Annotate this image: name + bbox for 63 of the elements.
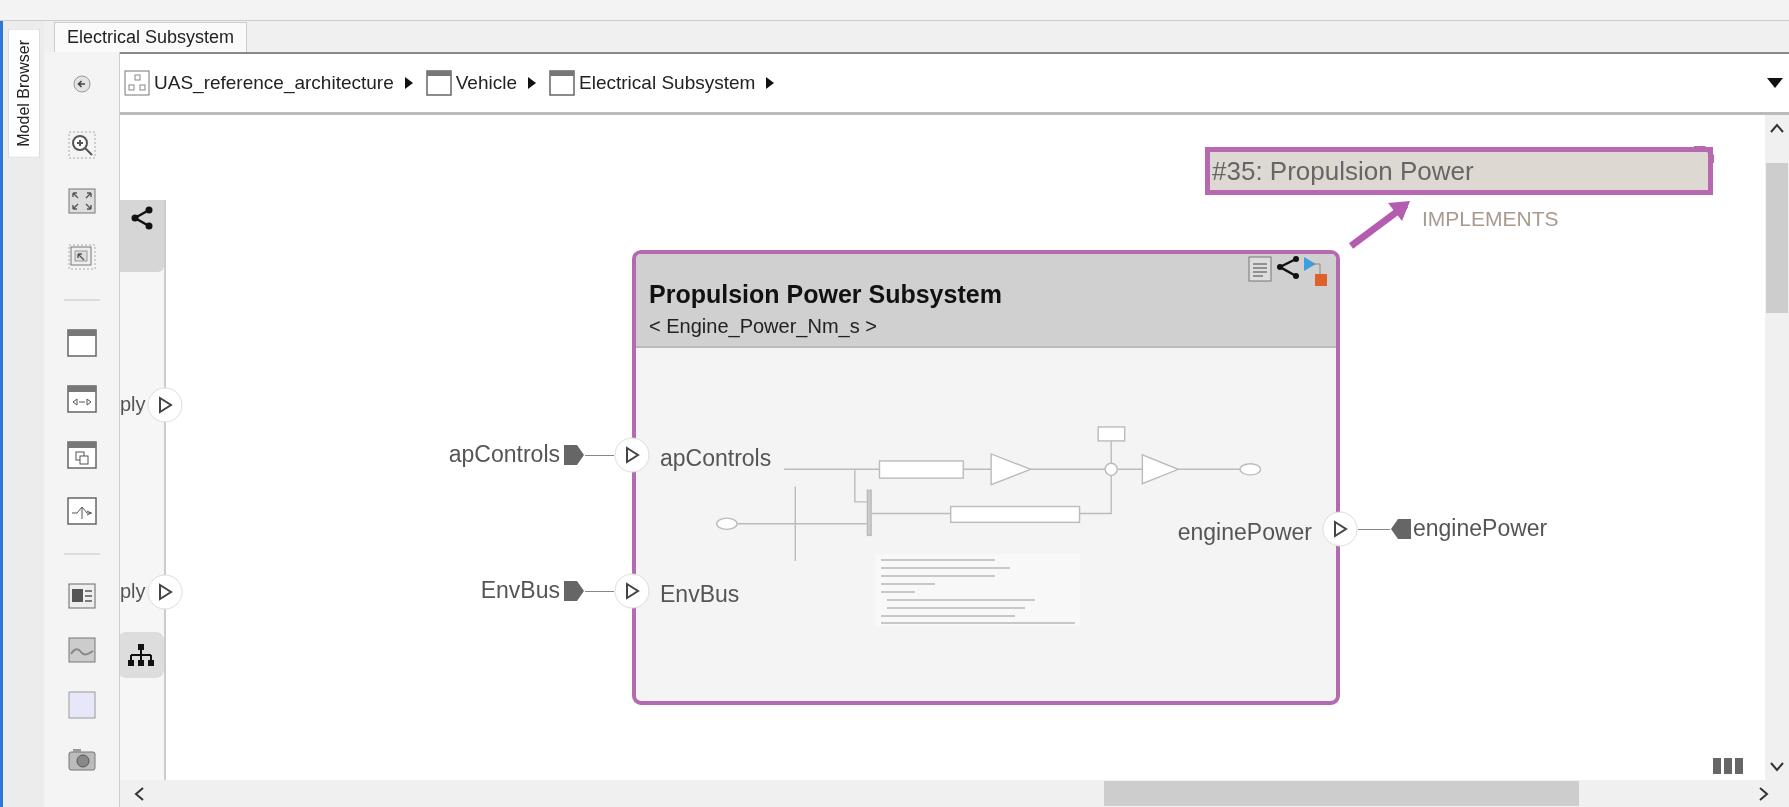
scroll-down-icon [1769, 762, 1785, 772]
scroll-up-icon [1769, 123, 1785, 133]
fit-view-icon[interactable] [67, 187, 96, 215]
connector-line [1358, 529, 1390, 530]
layout-icon[interactable] [1713, 758, 1743, 774]
port-label: EnvBus [480, 577, 560, 604]
flow-icon [1302, 256, 1328, 288]
variant-component-icon[interactable] [66, 497, 97, 525]
adapter-icon[interactable] [66, 385, 97, 413]
folded-corner-icon [1692, 146, 1714, 164]
scroll-thumb[interactable] [1104, 781, 1579, 806]
component-icon[interactable] [66, 329, 97, 357]
scroll-thumb[interactable] [1766, 163, 1788, 313]
zoom-to-normal-icon[interactable] [67, 243, 96, 271]
annotation-icon[interactable] [67, 583, 96, 609]
port-icon[interactable] [614, 437, 650, 473]
component-title: Propulsion Power Subsystem [649, 280, 1003, 309]
triangle-right-icon[interactable] [765, 76, 776, 90]
hierarchy-icon [127, 643, 155, 667]
hierarchy-button[interactable] [120, 632, 164, 678]
breadcrumb-item[interactable]: Vehicle [455, 72, 518, 94]
back-icon[interactable] [72, 74, 91, 93]
bus-port-icon[interactable] [563, 444, 585, 466]
editor-tab[interactable]: Electrical Subsystem [54, 22, 248, 52]
scroll-left-icon [134, 785, 144, 802]
port-label: apControls [448, 441, 560, 468]
model-browser-tab[interactable]: Model Browser [7, 29, 40, 158]
port-icon[interactable] [147, 574, 183, 610]
port-icon[interactable] [1322, 511, 1358, 547]
port-label: EnvBus [660, 581, 740, 608]
port-label: ply [120, 393, 146, 416]
component-icon [425, 70, 452, 96]
zoom-in-icon[interactable] [67, 131, 96, 159]
port-icon[interactable] [614, 573, 650, 609]
link-label: IMPLEMENTS [1422, 207, 1559, 231]
bus-port-icon[interactable] [1390, 518, 1412, 540]
requirement-box[interactable]: #35: Propulsion Power [1205, 147, 1713, 195]
connector-line [585, 591, 614, 592]
port-label: enginePower [1413, 515, 1548, 542]
share-icon [129, 206, 155, 230]
component-icon [549, 70, 576, 96]
port-icon[interactable] [147, 387, 183, 423]
camera-icon[interactable] [67, 747, 96, 771]
dropdown-caret-icon[interactable] [1767, 78, 1783, 88]
port-label: enginePower [1177, 519, 1312, 546]
connector-line [585, 455, 614, 456]
stereotype-label: < Engine_Power_Nm_s > [649, 315, 878, 338]
breadcrumb-item[interactable]: Electrical Subsystem [579, 72, 756, 94]
document-icon [1248, 256, 1272, 282]
scroll-right-icon [1759, 785, 1769, 802]
port-label: ply [120, 580, 146, 603]
requirement-label: #35: Propulsion Power [1211, 155, 1474, 187]
port-label: apControls [660, 445, 772, 472]
model-icon [124, 70, 150, 96]
image-icon[interactable] [67, 637, 96, 663]
reference-component-icon[interactable] [66, 441, 97, 469]
bus-port-icon[interactable] [563, 580, 585, 602]
triangle-right-icon[interactable] [403, 76, 414, 90]
share-icon [1274, 256, 1300, 280]
panel-tab[interactable] [120, 200, 164, 272]
breadcrumb-item[interactable]: UAS_reference_architecture [154, 72, 394, 94]
component-block[interactable]: Propulsion Power Subsystem < Engine_Power_Nm_s > apControls EnvBus enginePower [632, 250, 1340, 705]
triangle-right-icon[interactable] [527, 76, 538, 90]
